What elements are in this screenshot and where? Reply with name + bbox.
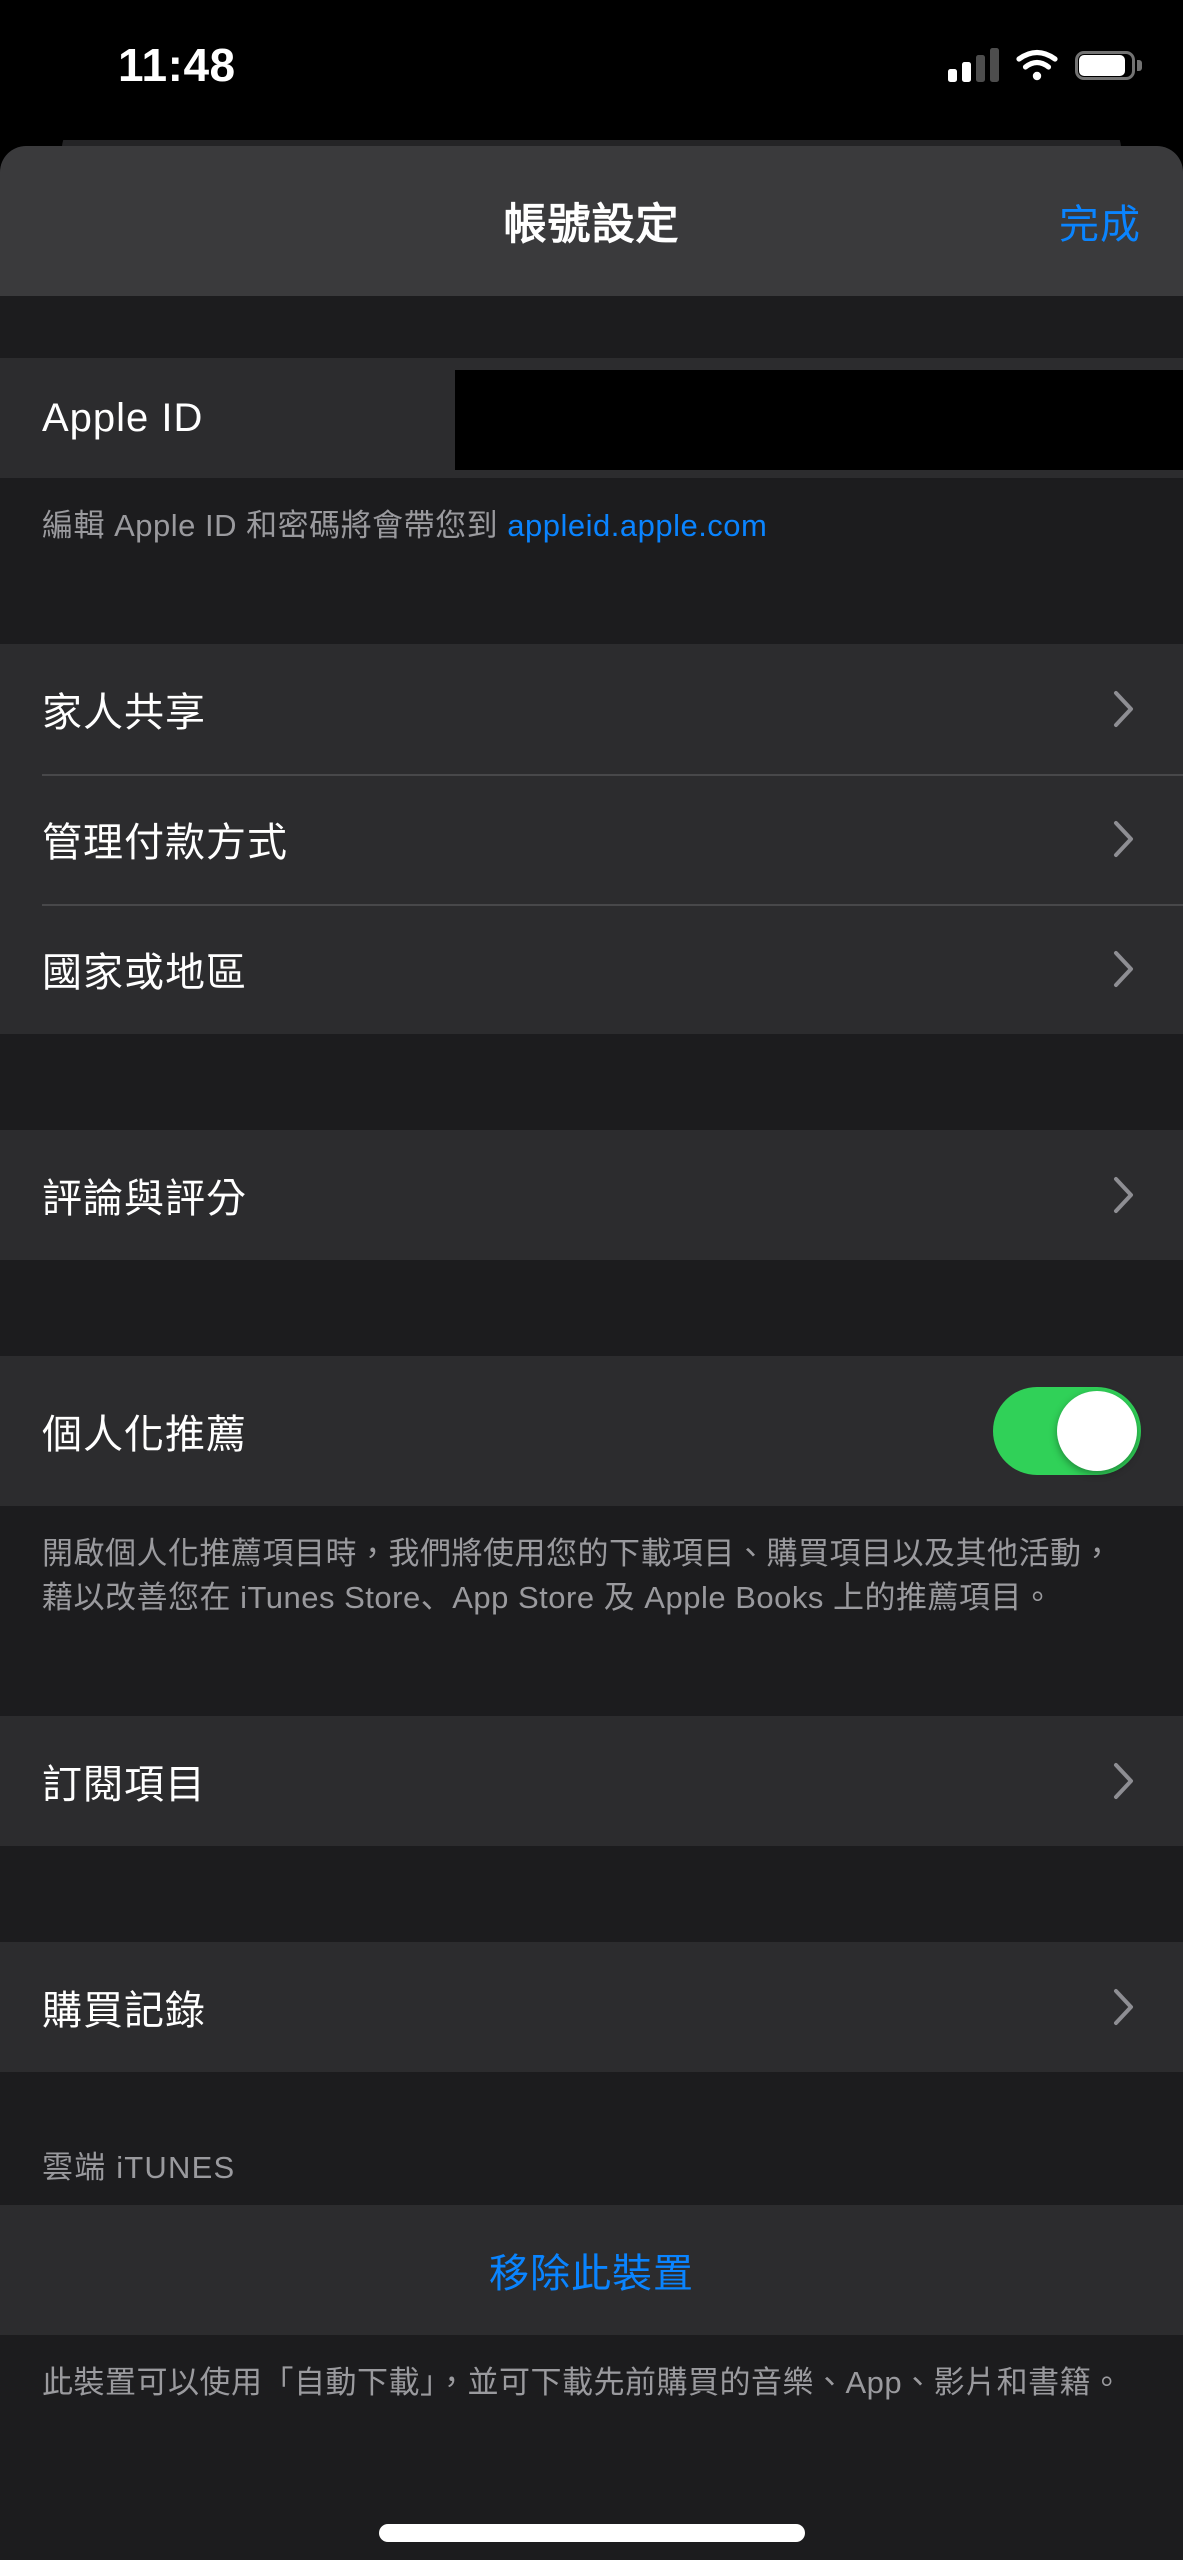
row-label: 管理付款方式: [42, 821, 288, 866]
account-settings-sheet: 帳號設定 完成 Apple ID 編輯 Apple ID 和密碼將會帶您到 ap…: [0, 146, 1183, 2560]
apple-id-footer: 編輯 Apple ID 和密碼將會帶您到 appleid.apple.com: [0, 478, 1183, 583]
spacer: [0, 296, 1183, 358]
status-bar-clock: 11:48: [118, 39, 236, 91]
chevron-right-icon: [1113, 1762, 1135, 1800]
apple-id-redacted-value: [455, 370, 1183, 470]
status-bar: 11:48: [0, 0, 1183, 140]
home-indicator[interactable]: [378, 2524, 805, 2542]
iphone-screen: 11:48 帳號設定 完成 Apple ID 編輯 Apple ID 和密碼將會…: [0, 0, 1183, 2560]
purchase-history-row[interactable]: 購買記錄: [0, 1942, 1183, 2073]
done-button[interactable]: 完成: [1059, 192, 1141, 250]
personalized-recommendations-toggle[interactable]: [993, 1387, 1141, 1476]
itunes-cloud-footer: 此裝置可以使用「自動下載」，並可下載先前購買的音樂、App、影片和書籍。: [0, 2335, 1183, 2440]
subscriptions-group: 訂閱項目: [0, 1716, 1183, 1847]
cellular-signal-icon: [948, 48, 999, 82]
reviews-group: 評論與評分: [0, 1130, 1183, 1261]
row-label: 個人化推薦: [42, 1413, 247, 1458]
subscriptions-row[interactable]: 訂閱項目: [0, 1716, 1183, 1847]
wifi-icon: [1016, 49, 1058, 81]
navigation-bar: 帳號設定 完成: [0, 146, 1183, 296]
personalized-recommendations-group: 個人化推薦: [0, 1356, 1183, 1507]
reviews-and-ratings-row[interactable]: 評論與評分: [0, 1130, 1183, 1261]
manage-payment-methods-row[interactable]: 管理付款方式: [0, 774, 1183, 905]
country-or-region-row[interactable]: 國家或地區: [0, 904, 1183, 1035]
spacer: [0, 1654, 1183, 1717]
row-label: 家人共享: [42, 691, 206, 736]
chevron-right-icon: [1113, 820, 1135, 858]
row-label: 國家或地區: [42, 951, 247, 996]
battery-icon: [1075, 50, 1142, 80]
chevron-right-icon: [1113, 1176, 1135, 1214]
apple-id-label: Apple ID: [42, 395, 204, 440]
apple-id-footer-text: 編輯 Apple ID 和密碼將會帶您到: [42, 508, 508, 543]
family-sharing-row[interactable]: 家人共享: [0, 644, 1183, 775]
page-title: 帳號設定: [503, 201, 680, 249]
spacer: [0, 1260, 1183, 1357]
chevron-right-icon: [1113, 690, 1135, 728]
apple-id-row[interactable]: Apple ID: [0, 358, 1183, 478]
row-label: 購買記錄: [42, 1989, 206, 2034]
spacer: [0, 582, 1183, 645]
remove-this-device-row[interactable]: 移除此裝置: [0, 2205, 1183, 2336]
toggle-knob: [1057, 1391, 1137, 1472]
spacer: [0, 1846, 1183, 1943]
row-label: 訂閱項目: [42, 1763, 206, 1808]
personalized-recommendations-row[interactable]: 個人化推薦: [0, 1356, 1183, 1507]
itunes-cloud-group: 移除此裝置: [0, 2205, 1183, 2336]
status-bar-indicators: [948, 48, 1142, 82]
chevron-right-icon: [1113, 1988, 1135, 2026]
spacer: [0, 1034, 1183, 1131]
apple-id-group: Apple ID: [0, 358, 1183, 478]
itunes-cloud-section-header: 雲端 iTUNES: [0, 2072, 1183, 2206]
row-label: 評論與評分: [42, 1177, 247, 1222]
remove-this-device-label: 移除此裝置: [489, 2252, 694, 2297]
personalized-recommendations-footer: 開啟個人化推薦項目時，我們將使用您的下載項目、購買項目以及其他活動，藉以改善您在…: [0, 1506, 1183, 1655]
appleid-link[interactable]: appleid.apple.com: [507, 508, 767, 543]
account-management-group: 家人共享 管理付款方式 國家或地區: [0, 644, 1183, 1035]
purchase-history-group: 購買記錄: [0, 1942, 1183, 2073]
chevron-right-icon: [1113, 950, 1135, 988]
